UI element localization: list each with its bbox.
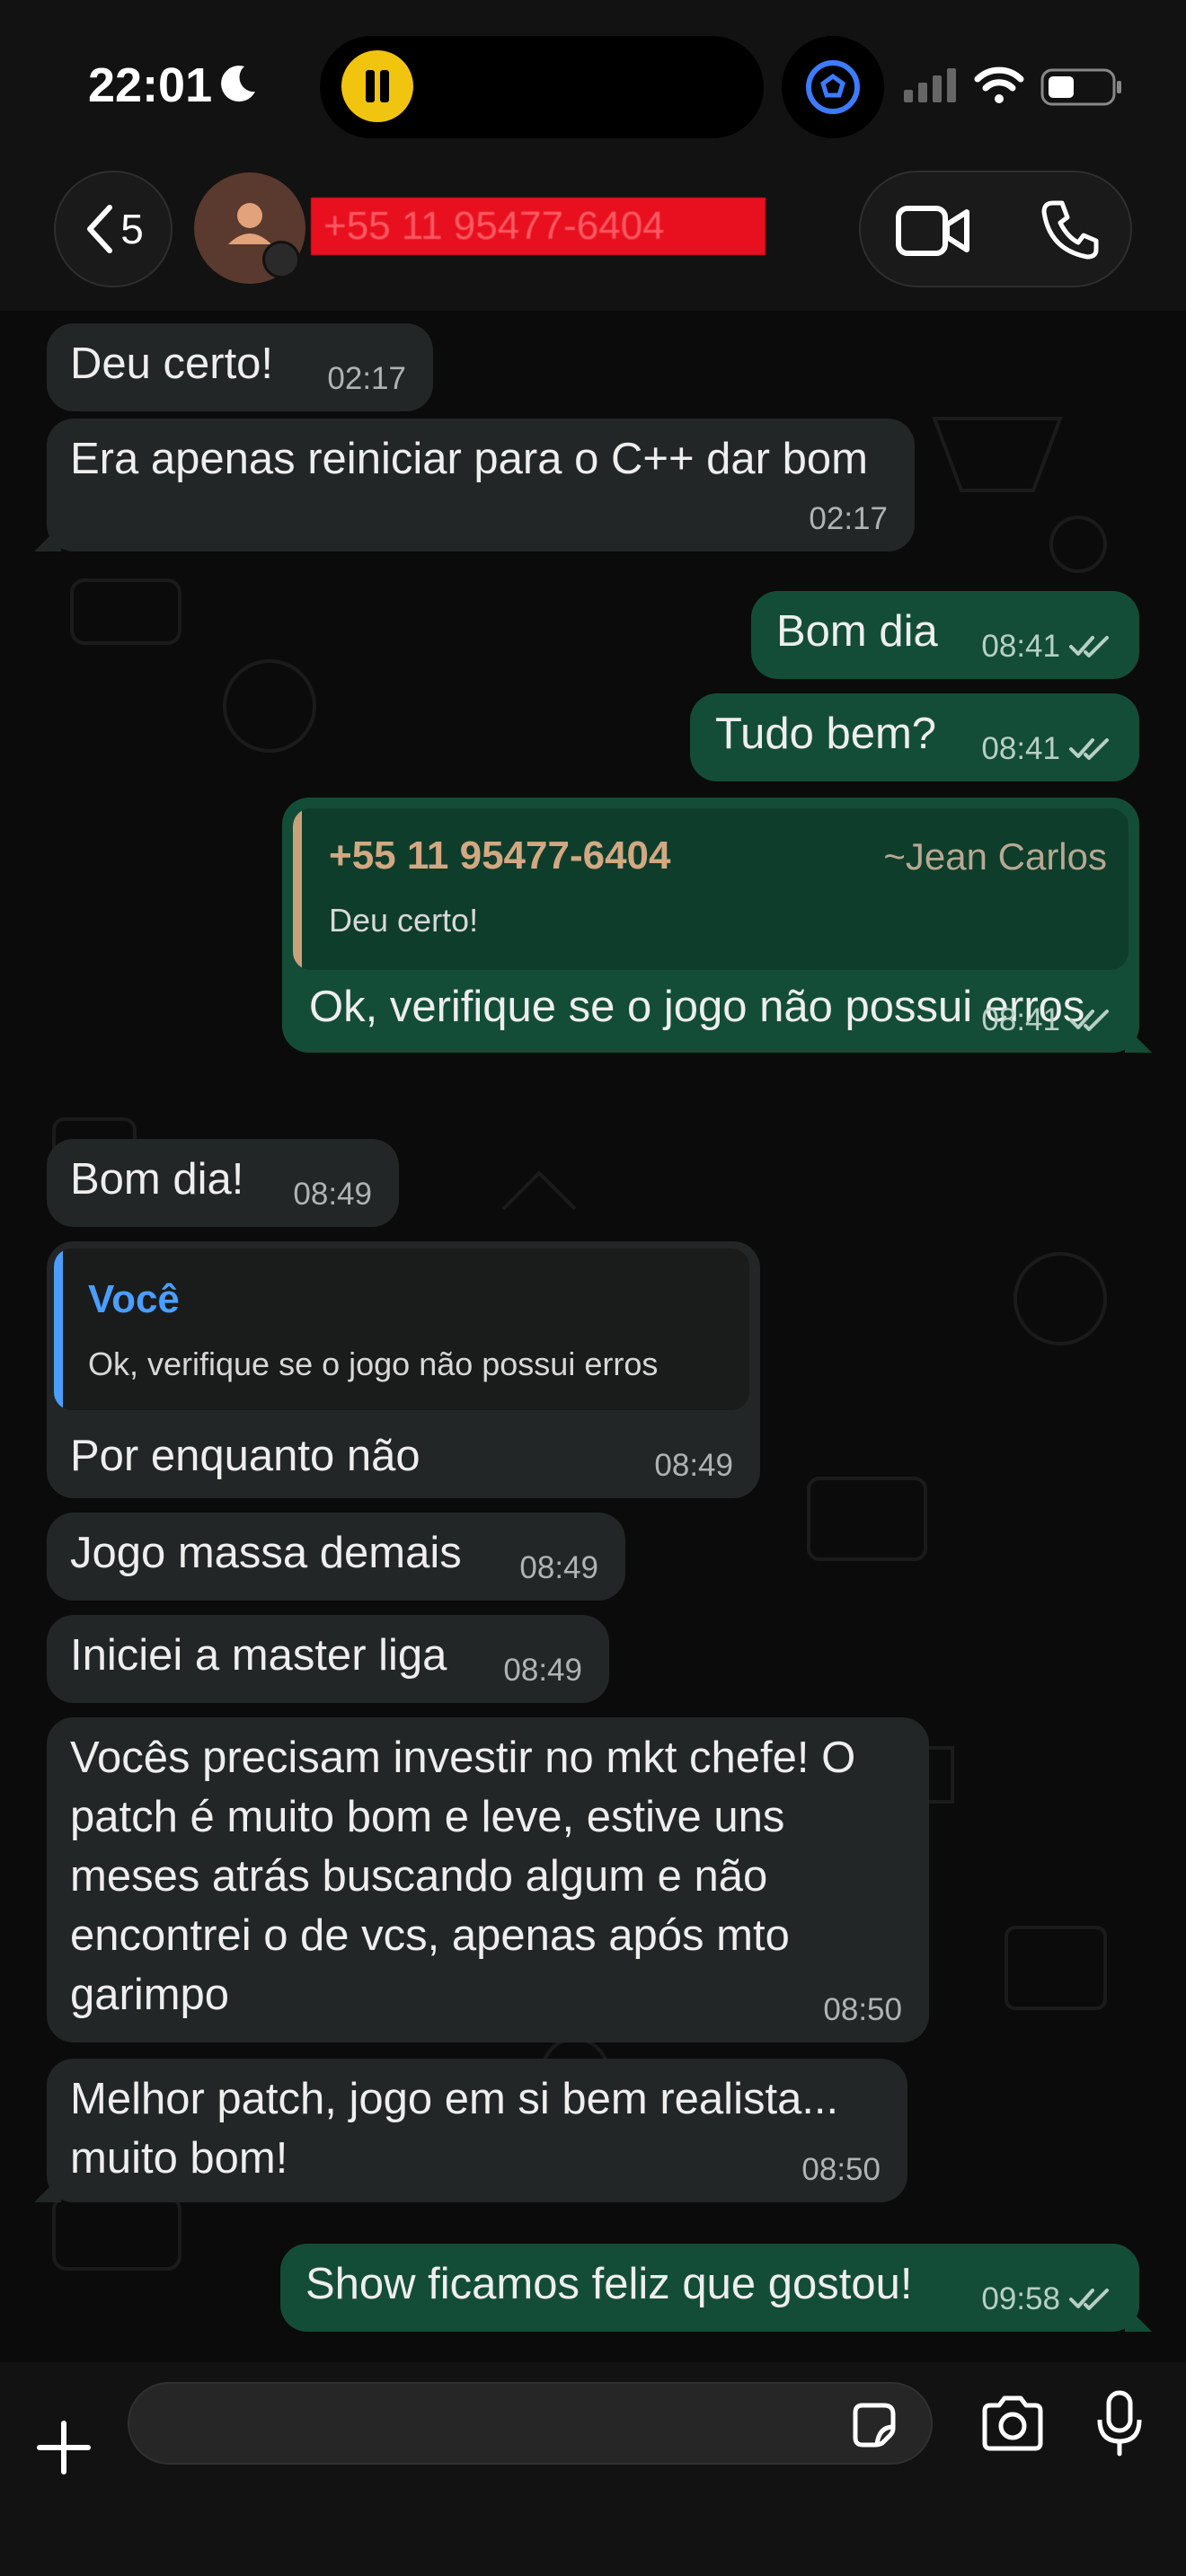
quote-text: Ok, verifique se o jogo não possui erros bbox=[88, 1345, 659, 1382]
message-list[interactable]: Deu certo! 02:17 Era apenas reiniciar pa… bbox=[0, 311, 1186, 2362]
message-time: 08:49 bbox=[654, 1448, 733, 1483]
message-text: Era apenas reiniciar para o C++ dar bom bbox=[70, 435, 868, 483]
message-time: 08:49 bbox=[519, 1550, 598, 1585]
message-time: 02:17 bbox=[327, 361, 406, 396]
message-text: Melhor patch, jogo em si bem realista...… bbox=[70, 2075, 839, 2183]
double-check-icon bbox=[1069, 2289, 1109, 2310]
battery-icon bbox=[1040, 68, 1121, 106]
message-time: 08:50 bbox=[823, 1992, 902, 2027]
message-meta: 08:49 bbox=[519, 1550, 598, 1586]
microphone-icon[interactable] bbox=[1096, 2389, 1143, 2457]
quote-author: +55 11 95477-6404 bbox=[329, 834, 671, 878]
video-call-icon[interactable] bbox=[895, 201, 970, 260]
chat-header: 5 +55 11 95477-6404 bbox=[0, 171, 1186, 311]
message-meta: 08:41 bbox=[981, 629, 1112, 665]
cellular-signal-icon bbox=[904, 68, 956, 102]
message-outgoing[interactable]: Bom dia 08:41 bbox=[751, 591, 1139, 679]
message-text: Vocês precisam investir no mkt chefe! O … bbox=[70, 1734, 856, 2019]
message-time: 09:58 bbox=[981, 2281, 1060, 2316]
message-meta: 08:50 bbox=[801, 2152, 881, 2188]
message-text: Iniciei a master liga bbox=[70, 1631, 447, 1680]
message-incoming[interactable]: Jogo massa demais 08:49 bbox=[47, 1513, 625, 1601]
message-meta: 02:17 bbox=[809, 501, 888, 537]
status-ring-icon bbox=[262, 241, 300, 278]
message-time: 02:17 bbox=[809, 501, 888, 536]
message-meta: 08:49 bbox=[293, 1177, 372, 1213]
message-incoming[interactable]: Deu certo! 02:17 bbox=[47, 323, 433, 411]
message-input[interactable] bbox=[128, 2382, 933, 2465]
status-time: 22:01 bbox=[88, 58, 213, 112]
phone-call-icon[interactable] bbox=[1040, 199, 1100, 260]
quote-author: Você bbox=[88, 1277, 180, 1321]
contact-name[interactable]: +55 11 95477-6404 bbox=[311, 198, 766, 255]
wifi-icon bbox=[974, 66, 1024, 103]
quote-text: Deu certo! bbox=[329, 902, 479, 939]
message-meta: 08:41 bbox=[981, 731, 1112, 767]
message-outgoing[interactable]: Show ficamos feliz que gostou! 09:58 bbox=[280, 2244, 1152, 2332]
message-incoming-reply[interactable]: Você Ok, verifique se o jogo não possui … bbox=[47, 1241, 760, 1498]
message-incoming[interactable]: Iniciei a master liga 08:49 bbox=[47, 1615, 609, 1703]
message-meta: 09:58 bbox=[981, 2281, 1112, 2317]
message-time: 08:50 bbox=[801, 2152, 881, 2187]
message-meta: 08:49 bbox=[654, 1448, 733, 1484]
double-check-icon bbox=[1069, 1010, 1109, 1031]
message-time: 08:41 bbox=[981, 629, 1060, 664]
quote-accent-bar bbox=[54, 1248, 63, 1410]
soccer-ball-icon bbox=[806, 60, 860, 114]
status-bar: 22:01 bbox=[0, 0, 1186, 171]
message-text: Tudo bem? bbox=[715, 710, 937, 758]
camera-icon[interactable] bbox=[979, 2395, 1046, 2452]
pause-icon[interactable] bbox=[341, 50, 413, 122]
message-text: Ok, verifique se o jogo não possui erros bbox=[309, 983, 1085, 1031]
message-incoming[interactable]: Vocês precisam investir no mkt chefe! O … bbox=[47, 1717, 929, 2042]
message-meta: 08:50 bbox=[823, 1992, 902, 2028]
message-text: Bom dia bbox=[776, 607, 938, 656]
message-incoming[interactable]: Melhor patch, jogo em si bem realista...… bbox=[34, 2059, 907, 2202]
message-incoming[interactable]: Bom dia! 08:49 bbox=[47, 1139, 399, 1227]
quoted-message[interactable]: +55 11 95477-6404 ~Jean Carlos Deu certo… bbox=[293, 808, 1128, 970]
composer-bar bbox=[0, 2362, 1186, 2576]
message-meta: 08:41 bbox=[981, 1002, 1112, 1038]
chevron-left-icon bbox=[87, 205, 113, 253]
message-outgoing-reply[interactable]: +55 11 95477-6404 ~Jean Carlos Deu certo… bbox=[282, 798, 1152, 1053]
message-outgoing[interactable]: Tudo bem? 08:41 bbox=[690, 693, 1139, 781]
unread-count: 5 bbox=[120, 206, 144, 252]
back-button[interactable]: 5 bbox=[54, 171, 173, 287]
message-text: Bom dia! bbox=[70, 1155, 244, 1204]
message-time: 08:41 bbox=[981, 1002, 1060, 1037]
double-check-icon bbox=[1069, 738, 1109, 760]
moon-icon bbox=[221, 66, 255, 102]
quote-author-name: ~Jean Carlos bbox=[883, 835, 1107, 878]
message-text: Deu certo! bbox=[70, 340, 274, 388]
quote-accent-bar bbox=[293, 808, 302, 970]
call-actions bbox=[859, 171, 1132, 287]
plus-icon[interactable] bbox=[36, 2420, 92, 2475]
message-time: 08:49 bbox=[293, 1177, 372, 1212]
message-time: 08:41 bbox=[981, 731, 1060, 766]
double-check-icon bbox=[1069, 636, 1109, 657]
message-text: Jogo massa demais bbox=[70, 1529, 462, 1577]
message-meta: 08:49 bbox=[503, 1653, 582, 1689]
message-meta: 02:17 bbox=[327, 361, 406, 397]
sticker-icon[interactable] bbox=[848, 2400, 898, 2450]
message-incoming[interactable]: Era apenas reiniciar para o C++ dar bom … bbox=[34, 419, 915, 551]
message-text: Por enquanto não bbox=[70, 1432, 420, 1480]
quoted-message[interactable]: Você Ok, verifique se o jogo não possui … bbox=[54, 1248, 749, 1410]
message-text: Show ficamos feliz que gostou! bbox=[305, 2260, 913, 2308]
message-time: 08:49 bbox=[503, 1653, 582, 1688]
